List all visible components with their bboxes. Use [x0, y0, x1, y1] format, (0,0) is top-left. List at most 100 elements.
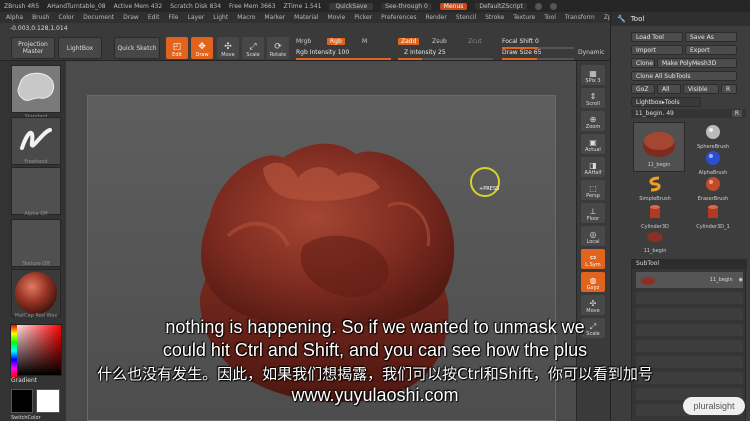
menu-light[interactable]: Light	[213, 14, 228, 21]
material-thumbnail[interactable]	[11, 269, 61, 317]
right-btn-actual[interactable]: ▣ Actual	[581, 134, 605, 154]
menu-preferences[interactable]: Preferences	[381, 14, 416, 21]
texture-thumbnail[interactable]	[11, 219, 61, 267]
export-button[interactable]: Export	[685, 45, 737, 55]
import-button[interactable]: Import	[631, 45, 683, 55]
goz-button[interactable]: GoZ	[631, 84, 655, 94]
right-btn-label: Persp	[586, 193, 600, 199]
zcut-toggle[interactable]: Zcut	[468, 38, 482, 45]
menus-toggle[interactable]: Menus	[439, 2, 468, 10]
menu-stencil[interactable]: Stencil	[456, 14, 476, 21]
draw-button[interactable]: ✥ Draw	[191, 37, 213, 59]
menu-transform[interactable]: Transform	[565, 14, 595, 21]
menu-tool[interactable]: Tool	[544, 14, 556, 21]
menu-file[interactable]: File	[168, 14, 178, 21]
default-script-button[interactable]: DefaultZScript	[475, 2, 527, 10]
visible-button[interactable]: Visible	[683, 84, 719, 94]
brush-thumbnail[interactable]	[11, 65, 61, 113]
menu-marker[interactable]: Marker	[264, 14, 285, 21]
right-btn-scroll[interactable]: ⇕ Scroll	[581, 88, 605, 108]
tool-11-begin[interactable]: 11_begin	[633, 226, 677, 262]
menu-color[interactable]: Color	[58, 14, 74, 21]
menu-draw[interactable]: Draw	[123, 14, 139, 21]
window-close-icon[interactable]	[549, 2, 557, 10]
scale-button[interactable]: ⤢ Scale	[242, 37, 264, 59]
rotate-button[interactable]: ⟳ Rotate	[267, 37, 289, 59]
zadd-toggle[interactable]: Zadd	[398, 38, 420, 45]
z-intensity-track[interactable]	[398, 58, 493, 60]
save-as-button[interactable]: Save As	[685, 32, 737, 42]
top-shelf: -0.003,0.128,1.014 Projection Master Lig…	[0, 23, 610, 61]
rgb-intensity-track[interactable]	[296, 58, 391, 60]
make-polymesh-button[interactable]: Make PolyMesh3D	[657, 58, 737, 68]
app-name: ZBrush 4R5	[4, 2, 40, 10]
m-toggle[interactable]: M	[362, 38, 367, 45]
goz-r-button[interactable]: R	[721, 84, 737, 94]
alpha-brush-icon	[706, 151, 720, 165]
right-btn-spix-3[interactable]: ▦ SPix 3	[581, 65, 605, 85]
scale-icon: ⤢	[249, 42, 257, 52]
menu-brush[interactable]: Brush	[32, 14, 49, 21]
lightbox-tools-button[interactable]: Lightbox▸Tools	[631, 97, 701, 107]
menu-macro[interactable]: Macro	[237, 14, 255, 21]
window-minimize-icon[interactable]	[534, 2, 542, 10]
current-tool-mesh-icon	[643, 132, 675, 157]
right-btn-l-sym[interactable]: ⇔ L.Sym	[581, 249, 605, 269]
right-btn-floor[interactable]: ⊥ Floor	[581, 203, 605, 223]
menu-document[interactable]: Document	[83, 14, 114, 21]
tool-cylinder3d-1[interactable]: Cylinder3D_1	[691, 202, 735, 238]
mrgb-toggle[interactable]: Mrgb	[296, 38, 311, 45]
draw-size-track[interactable]	[502, 58, 574, 60]
see-through-slider[interactable]: See-through 0	[381, 2, 432, 10]
right-btn-label: Zoom	[585, 124, 601, 130]
switch-color-label[interactable]: SwitchColor	[11, 415, 41, 421]
subtool-mesh-icon	[641, 277, 655, 285]
quicksave-button[interactable]: QuickSave	[329, 2, 374, 10]
subtool-slot[interactable]	[636, 292, 743, 304]
menu-movie[interactable]: Movie	[328, 14, 346, 21]
menu-render[interactable]: Render	[425, 14, 446, 21]
tool-palette-header[interactable]: 🔧 Tool	[611, 12, 750, 26]
zsub-toggle[interactable]: Zsub	[432, 38, 447, 45]
menu-picker[interactable]: Picker	[354, 14, 372, 21]
eye-icon[interactable]: ◉	[739, 277, 743, 283]
right-btn-label: Floor	[586, 216, 600, 222]
lightbox-button[interactable]: LightBox	[58, 37, 102, 59]
right-btn-aahalf[interactable]: ◨ AAHalf	[581, 157, 605, 177]
menu-layer[interactable]: Layer	[188, 14, 205, 21]
rgb-toggle[interactable]: Rgb	[327, 38, 345, 45]
draw-size-slider[interactable]: Draw Size 65	[502, 49, 541, 56]
menu-alpha[interactable]: Alpha	[6, 14, 23, 21]
projection-master-button[interactable]: Projection Master	[11, 37, 55, 59]
menu-material[interactable]: Material	[294, 14, 318, 21]
menu-stroke[interactable]: Stroke	[485, 14, 504, 21]
free-mem: Free Mem 3663	[229, 2, 276, 10]
quick-sketch-button[interactable]: Quick Sketch	[114, 37, 160, 59]
right-btn-persp[interactable]: ⬚ Persp	[581, 180, 605, 200]
stroke-thumbnail[interactable]	[11, 117, 61, 165]
right-btn-local[interactable]: ◎ Local	[581, 226, 605, 246]
rgb-intensity-slider[interactable]: Rgb Intensity 100	[296, 49, 349, 56]
all-button[interactable]: All	[657, 84, 681, 94]
cylinder-3d-icon	[708, 205, 718, 218]
clone-all-subtools-button[interactable]: Clone All SubTools	[631, 71, 737, 81]
edit-button[interactable]: ◰ Edit	[166, 37, 188, 59]
current-tool-r-button[interactable]: R	[731, 110, 742, 117]
right-btn-zoom[interactable]: ⊕ Zoom	[581, 111, 605, 131]
right-btn-move[interactable]: ✣ Move	[581, 295, 605, 315]
edit-icon: ◰	[172, 42, 182, 52]
z-intensity-slider[interactable]: Z Intensity 25	[404, 49, 446, 56]
right-btn-gxyz[interactable]: ◍ Gxyz	[581, 272, 605, 292]
alpha-thumbnail[interactable]	[11, 167, 61, 215]
clone-button[interactable]: Clone	[631, 58, 655, 68]
tool-thumb-current[interactable]: 11_begin	[633, 122, 685, 172]
current-tool-slider[interactable]: 11_begin. 49 R	[631, 109, 746, 118]
subtool-item-active[interactable]: 11_begin ◉	[636, 272, 743, 288]
menu-edit[interactable]: Edit	[148, 14, 160, 21]
load-tool-button[interactable]: Load Tool	[631, 32, 683, 42]
dynamic-toggle[interactable]: Dynamic	[578, 49, 604, 56]
move-button[interactable]: ✣ Move	[217, 37, 239, 59]
menu-texture[interactable]: Texture	[513, 14, 535, 21]
focal-shift-slider[interactable]: Focal Shift 0	[502, 38, 539, 45]
subtool-header[interactable]: SubTool	[632, 260, 747, 269]
